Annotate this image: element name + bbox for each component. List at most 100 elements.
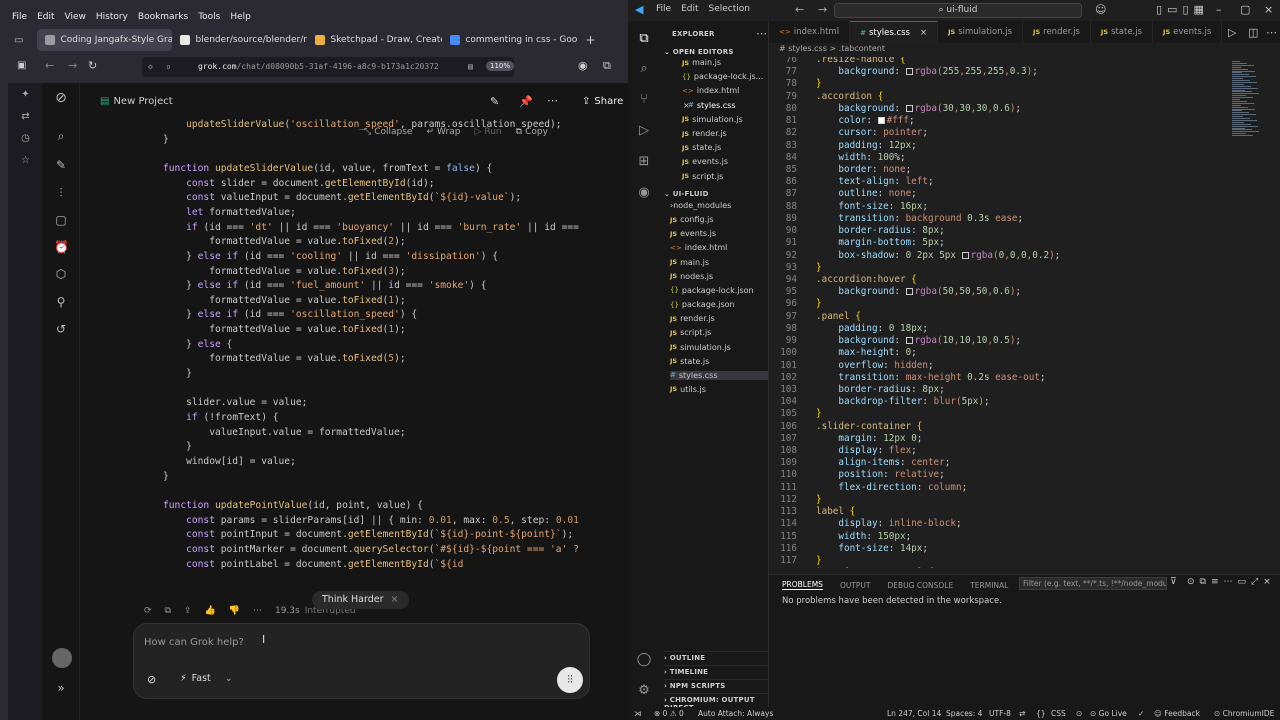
ai-sparkle-icon[interactable]: ✦ [20,89,31,100]
ports-icon[interactable]: ⊙ [1076,707,1082,720]
problems-filter-input[interactable]: Filter (e.g. text, **/*.ts, !**/node_mod… [1019,577,1167,590]
think-harder-chip[interactable]: Think Harder × [312,591,409,609]
layout-icons[interactable]: ▯▭▯▦ [1156,3,1209,16]
sidebar-section-1[interactable]: › TIMELINE [664,665,768,676]
attach-icon[interactable]: ⊘ [147,673,156,686]
tree-item[interactable]: {} package-lock.json [670,286,754,295]
editor-tab[interactable]: <> index.html [769,21,851,43]
explorer-icon[interactable]: ⧉ [636,31,652,47]
projects-icon[interactable]: ⬡ [54,267,68,281]
open-editor-item[interactable]: JS script.js [682,172,723,181]
browser-tab[interactable]: Coding Jangafx-Style Graph× [37,29,173,51]
editor-tab[interactable]: JS simulation.js [938,21,1024,43]
synced-tabs-icon[interactable]: ⇄ [20,111,31,122]
feedback-status[interactable]: ☺ Feedback [1154,707,1200,720]
eol-icon[interactable]: ⇄ [1019,707,1025,720]
search-icon[interactable]: ⌕ [54,129,68,143]
cursor-position[interactable]: Ln 247, Col 14 [887,707,941,720]
voice-mode-button[interactable]: ⫶⫶ [557,667,583,693]
browser-tab[interactable]: blender/source/blender/n× [172,29,307,51]
tab-list-icon[interactable]: ▭ [14,35,23,46]
panel-actions-icons[interactable]: ⊙⧉≡⋯▭⤢× [1187,577,1276,587]
close-icon[interactable]: × [391,594,399,605]
prompt-box[interactable] [133,623,590,699]
back-icon[interactable]: ← [795,3,804,16]
open-editor-item[interactable]: {} package-lock.js... [682,72,763,81]
open-editor-item[interactable]: JS simulation.js [682,115,743,124]
run-debug-icon[interactable]: ▷ [636,123,652,139]
tree-item[interactable]: JS state.js [670,357,709,366]
remote-icon[interactable]: ⋊ [634,707,642,720]
menu-item-file[interactable]: File [12,12,27,22]
wrap-button[interactable]: ↵ Wrap [426,127,460,137]
editor-tab[interactable]: JS state.js [1091,21,1154,43]
menu-item-edit[interactable]: Edit [37,12,54,22]
open-editor-item[interactable]: JS render.js [682,129,727,138]
extensions-icon[interactable]: ◉ [578,59,588,72]
panel-tab-problems[interactable]: PROBLEMS [782,580,823,590]
editor-tab[interactable]: JS render.js [1023,21,1091,43]
search-icon[interactable]: ⌕ [636,61,652,77]
brace-icon[interactable]: {} [1036,707,1046,720]
menu-item-help[interactable]: Help [230,12,251,22]
copy-button[interactable]: ⧉ Copy [516,127,548,137]
menu-item-history[interactable]: History [96,12,128,22]
tasks-icon[interactable]: ⏰ [54,240,69,254]
zoom-badge[interactable]: 110% [486,61,515,71]
open-editors-header[interactable]: ⌄ OPEN EDITORS [664,48,734,56]
regenerate-icon[interactable]: ⟳ [144,606,152,616]
problems-status[interactable]: ⊗ 0 ⚠ 0 [654,707,684,720]
run-button[interactable]: ▷ Run [474,127,501,137]
browser-tab[interactable]: commenting in css - Google× [442,29,577,51]
more-icon[interactable]: ⋯ [547,94,558,107]
tree-item[interactable]: JS events.js [670,229,716,238]
prompt-input[interactable]: How can Grok help? [144,637,244,648]
browser-tab[interactable]: Sketchpad - Draw, Create, S× [307,29,442,51]
maximize-icon[interactable]: ▢ [1240,3,1250,16]
menu-item-file[interactable]: File [656,4,671,14]
menu-item-selection[interactable]: Selection [709,4,750,14]
tree-item[interactable]: JS utils.js [670,385,706,394]
auto-attach-status[interactable]: Auto Attach: Always [698,707,773,720]
thumbs-up-icon[interactable]: 👍 [205,606,216,616]
new-project-button[interactable]: ▤ New Project [100,96,173,107]
close-icon[interactable]: × [683,101,690,110]
tree-item[interactable]: # styles.css [670,370,768,380]
menu-item-view[interactable]: View [65,12,86,22]
breadcrumb[interactable]: # styles.css > .tabcontent [779,44,885,53]
tree-item[interactable]: JS script.js [670,328,711,337]
tree-item[interactable]: JS main.js [670,258,709,267]
open-editor-item[interactable]: JS events.js [682,157,728,166]
files-icon[interactable]: ▢ [54,213,68,227]
close-icon[interactable]: × [920,28,927,38]
open-editor-item[interactable]: JS main.js [682,58,721,67]
menu-item-edit[interactable]: Edit [681,4,698,14]
menu-icon[interactable]: ⧉ [603,59,611,73]
chromium-icon[interactable]: ◉ [636,185,652,201]
tree-item[interactable]: JS nodes.js [670,272,713,281]
history-icon[interactable]: ↺ [54,322,68,336]
editor-tab[interactable]: # styles.css × [850,21,939,43]
copy-icon[interactable]: ⧉ [165,606,171,616]
copilot-icon[interactable]: ☺ [1095,3,1106,16]
sidebar-section-2[interactable]: › NPM SCRIPTS [664,679,768,690]
settings-gear-icon[interactable]: ⚙ [636,683,652,699]
expand-sidebar-icon[interactable]: » [54,681,68,695]
bookmarks-icon[interactable]: ☆ [20,155,31,166]
close-icon[interactable]: × [1264,3,1273,16]
mode-selector[interactable]: ⚡ Fast ⌄ [180,673,233,684]
tree-item[interactable]: JS config.js [670,215,714,224]
forward-icon[interactable]: → [818,3,827,16]
command-center[interactable]: ⌕ ui-fluid [834,3,1082,18]
indent-status[interactable]: Spaces: 4 [946,707,982,720]
url-bar[interactable]: ◇ ▫ grok.com/chat/d08090b5-31af-4196-a8c… [142,57,514,77]
collapse-button[interactable]: ⤡ Collapse [364,127,412,137]
run-icon[interactable]: ▷ [1228,26,1236,39]
more-icon[interactable]: ⋯ [253,606,262,616]
tree-item[interactable]: JS simulation.js [670,343,731,352]
menu-item-tools[interactable]: Tools [198,12,220,22]
more-icon[interactable]: ⋯ [756,27,767,40]
tree-item[interactable]: JS render.js [670,314,715,323]
history-icon[interactable]: ◷ [20,133,31,144]
edit-icon[interactable]: ✎ [490,95,499,108]
